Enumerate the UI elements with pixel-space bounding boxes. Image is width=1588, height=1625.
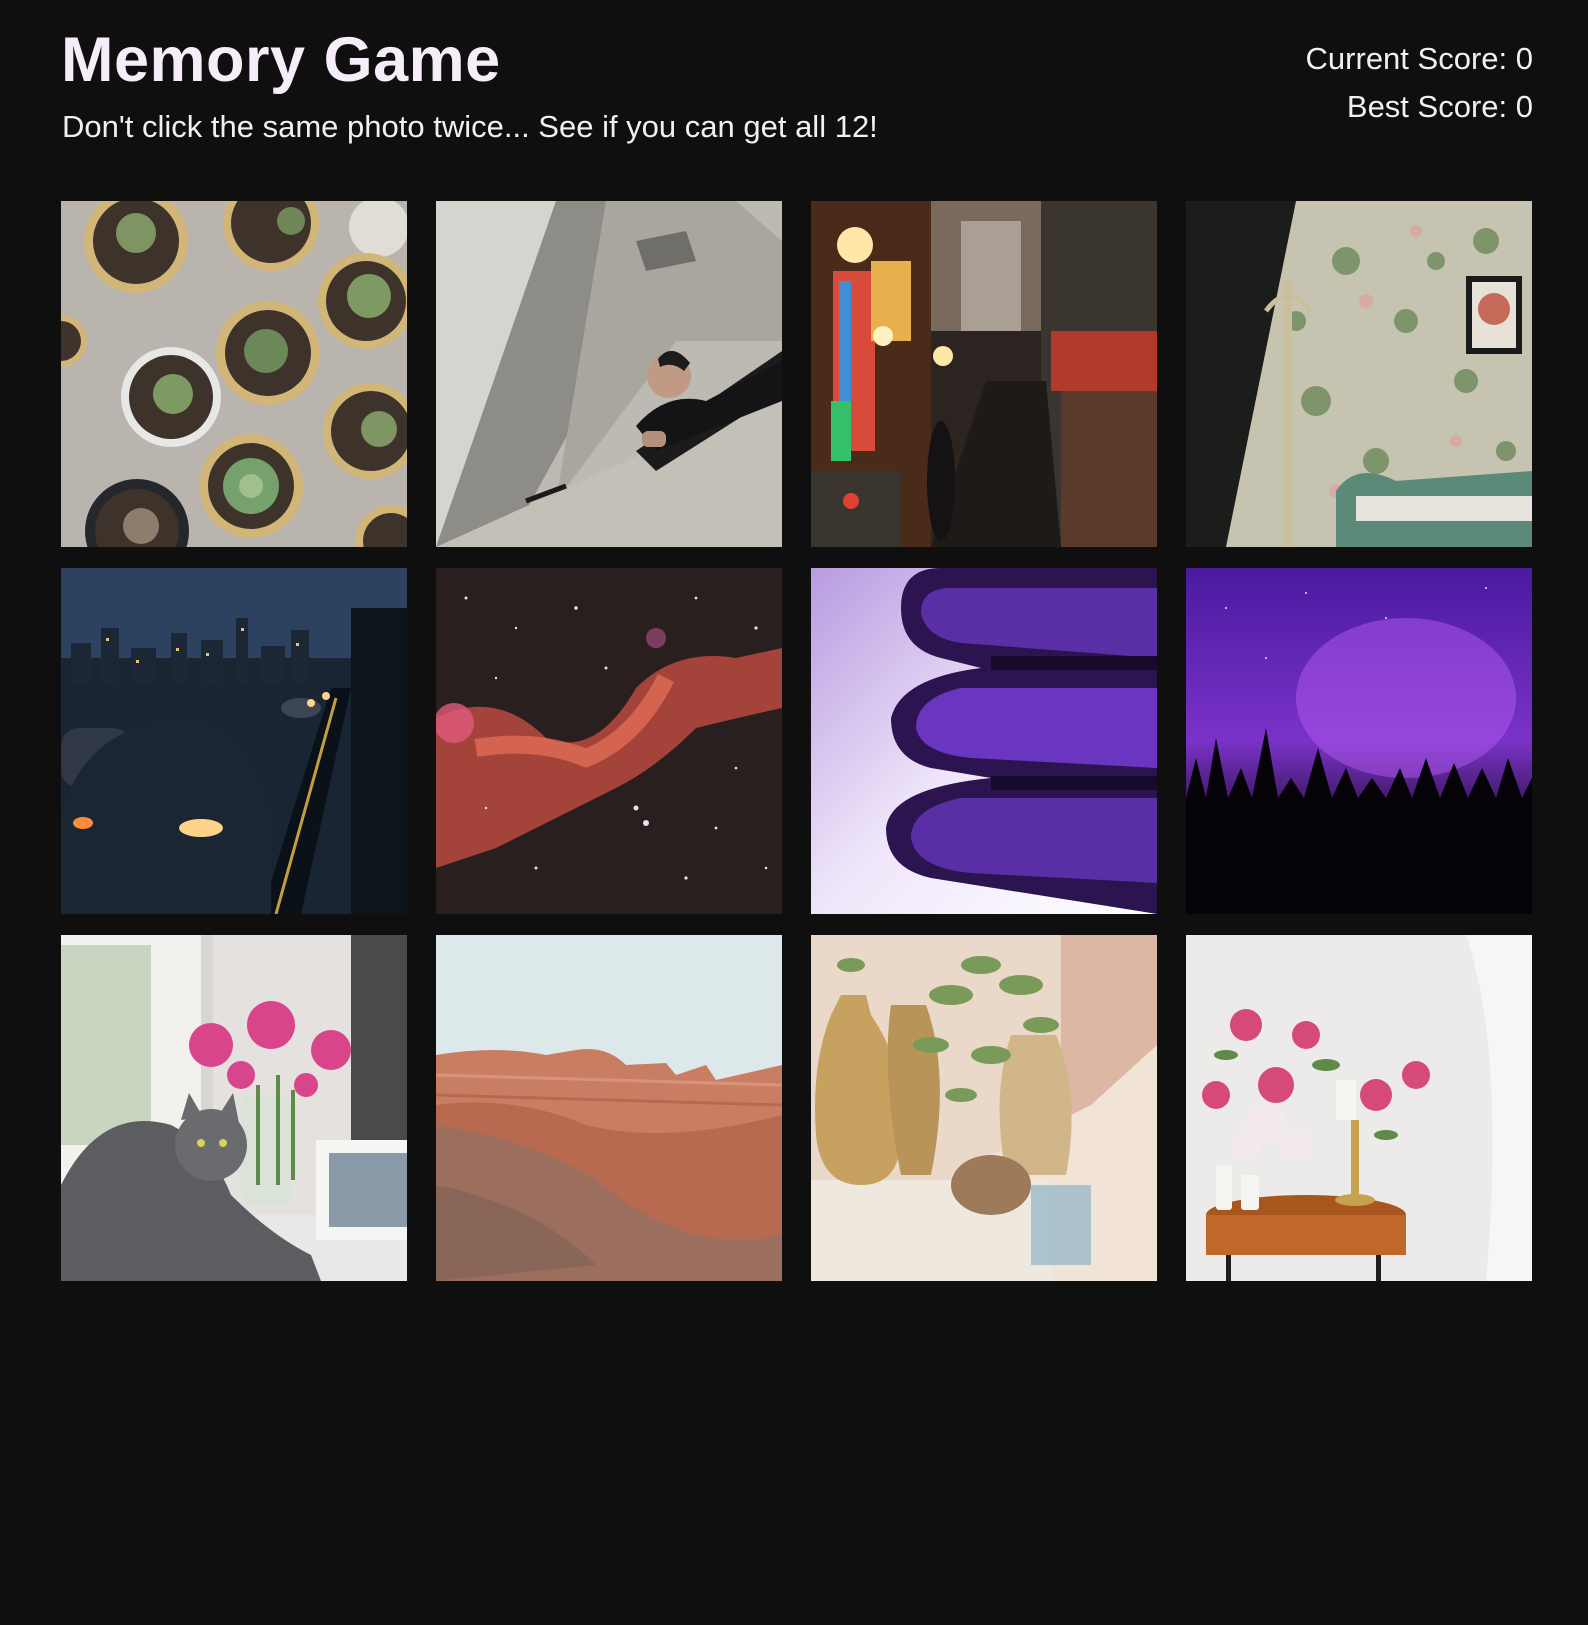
purple-wave-photo [811, 568, 1157, 914]
header: Memory Game Don't click the same photo t… [61, 0, 1533, 190]
photo-card-night-alley[interactable] [811, 201, 1157, 547]
photo-card-floral-wall[interactable] [1186, 201, 1532, 547]
floral-wall-photo [1186, 201, 1532, 547]
current-score: Current Score: 0 [1306, 35, 1533, 83]
scoreboard: Current Score: 0 Best Score: 0 [1306, 35, 1533, 131]
game-title: Memory Game [61, 25, 501, 95]
succulents-photo [61, 201, 407, 547]
photo-card-man-balcony[interactable] [436, 201, 782, 547]
photo-card-city-traffic[interactable] [61, 568, 407, 914]
card-grid [61, 201, 1533, 1281]
night-alley-photo [811, 201, 1157, 547]
photo-card-succulents[interactable] [61, 201, 407, 547]
canyon-photo [436, 935, 782, 1281]
city-traffic-photo [61, 568, 407, 914]
photo-card-aurora[interactable] [1186, 568, 1532, 914]
game-instructions: Don't click the same photo twice... See … [62, 109, 878, 144]
photo-card-nebula[interactable] [436, 568, 782, 914]
current-score-label: Current Score: [1305, 41, 1516, 76]
photo-card-canyon[interactable] [436, 935, 782, 1281]
cat-flowers-photo [61, 935, 407, 1281]
best-score-value: 0 [1515, 89, 1533, 124]
man-balcony-photo [436, 201, 782, 547]
photo-card-vases-plants[interactable] [811, 935, 1157, 1281]
aurora-photo [1186, 568, 1532, 914]
best-score-label: Best Score: [1346, 89, 1516, 124]
photo-card-cat-flowers[interactable] [61, 935, 407, 1281]
photo-card-peony-table[interactable] [1186, 935, 1532, 1281]
vases-plants-photo [811, 935, 1157, 1281]
photo-card-purple-wave[interactable] [811, 568, 1157, 914]
best-score: Best Score: 0 [1306, 83, 1533, 131]
nebula-photo [436, 568, 782, 914]
peony-table-photo [1186, 935, 1532, 1281]
memory-game-app: Memory Game Don't click the same photo t… [0, 0, 1588, 1625]
current-score-value: 0 [1515, 41, 1533, 76]
